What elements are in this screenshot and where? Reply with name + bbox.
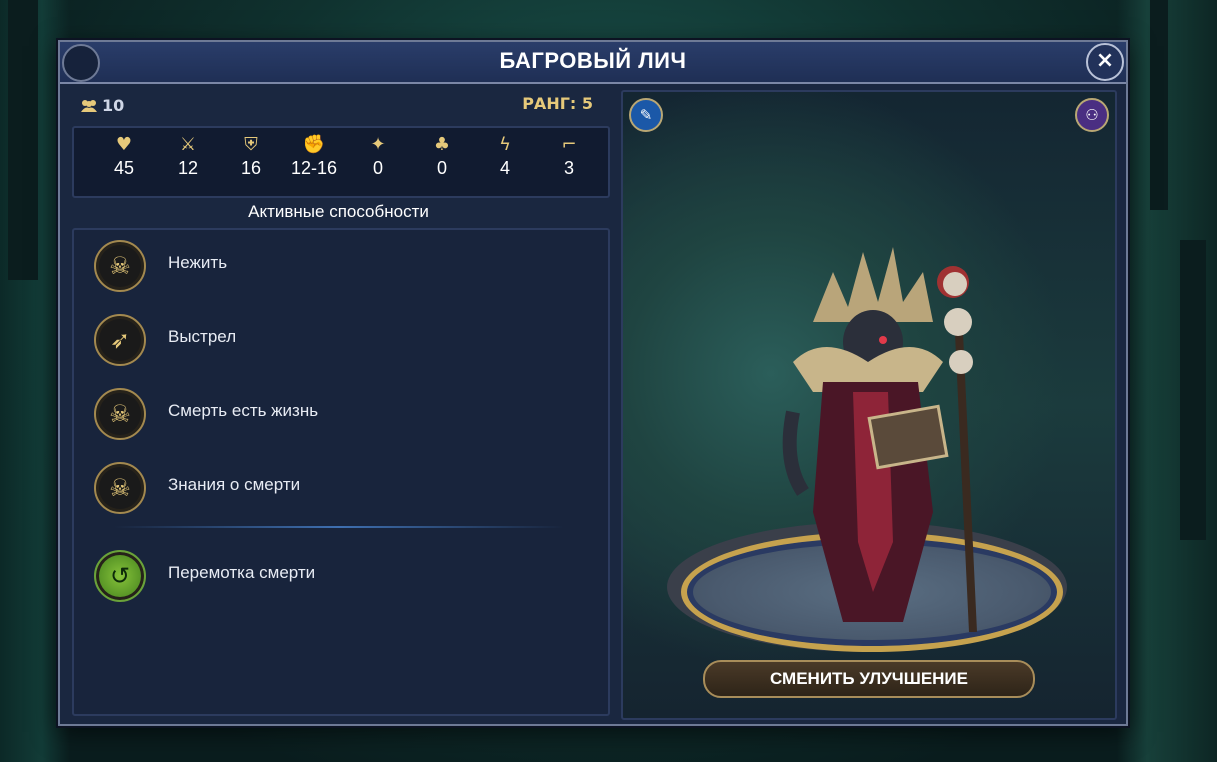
ability-shot[interactable]: ➶ Выстрел [94,314,574,370]
heart-plus-icon: ♥ [115,134,133,155]
stat-value: 0 [436,158,447,178]
rank-label: РАНГ: 5 [522,94,593,113]
crimson-lich-model [782,247,977,632]
stat-defense[interactable]: ⛨ 16 [221,134,281,179]
ability-death-knowledge[interactable]: ☠ Знания о смерти [94,462,574,518]
ability-label: Смерть есть жизнь [168,401,319,420]
stat-value: 16 [240,158,262,178]
abilities-list: ☠ Нежить ➶ Выстрел ☠ Смерть есть жизнь ☠… [72,228,610,716]
half-skull-icon: ☠ [94,388,146,440]
title-bar: БАГРОВЫЙ ЛИЧ × [60,42,1126,84]
lightning-icon: ϟ [499,134,511,155]
divider [114,526,564,528]
unit-preview: ✎ ⚇ СМЕНИТЬ УЛУЧШЕНИЕ [621,90,1117,720]
change-upgrade-button[interactable]: СМЕНИТЬ УЛУЧШЕНИЕ [703,660,1035,698]
swap-unit-icon: ⚇ [1085,106,1099,124]
close-icon: × [1095,48,1115,73]
lore-button[interactable]: ✎ [629,98,663,132]
stat-value: 3 [563,158,574,178]
stat-morale[interactable]: ✦ 0 [348,134,408,179]
stat-health[interactable]: ♥ 45 [94,134,154,179]
stat-attack[interactable]: ⚔ 12 [158,134,218,179]
rewind-icon: ↺ [94,550,146,602]
abilities-heading: Активные способности [248,202,429,221]
close-button[interactable]: × [1086,43,1124,81]
stat-luck[interactable]: ♣ 0 [412,134,472,179]
stat-value: 0 [372,158,383,178]
ability-label: Перемотка смерти [168,563,316,582]
stat-value: 4 [499,158,510,178]
shield-icon: ⛨ [244,134,258,155]
unit-info-window: БАГРОВЫЙ ЛИЧ × 10 РАНГ: 5 ♥ 45 ⚔ 12 ⛨ 16… [58,40,1128,726]
crossed-swords-icon: ⚔ [179,134,197,155]
ability-death-rewind[interactable]: ↺ Перемотка смерти [94,550,574,606]
fist-icon: ✊ [302,134,326,155]
skull-icon: ☠ [94,240,146,292]
stat-value: 12-16 [290,158,338,178]
window-title: БАГРОВЫЙ ЛИЧ [499,48,687,73]
stat-value: 45 [113,158,135,178]
group-icon [81,100,97,112]
stat-initiative[interactable]: ϟ 4 [475,134,535,179]
squad-size: 10 [80,96,124,115]
ability-undead[interactable]: ☠ Нежить [94,240,574,296]
stat-speed[interactable]: ⌐ 3 [539,134,599,179]
clover-icon: ♣ [433,134,451,155]
stat-value: 12 [177,158,199,178]
stats-bar: ♥ 45 ⚔ 12 ⛨ 16 ✊ 12-16 ✦ 0 ♣ 0 ϟ 4 ⌐ 3 [72,126,610,198]
stat-damage[interactable]: ✊ 12-16 [284,134,344,179]
info-panel: 10 РАНГ: 5 ♥ 45 ⚔ 12 ⛨ 16 ✊ 12-16 ✦ 0 ♣ … [68,90,610,716]
swap-unit-button[interactable]: ⚇ [1075,98,1109,132]
ability-label: Нежить [168,253,228,272]
feather-icon: ✎ [639,106,653,124]
winged-icon: ✦ [370,134,386,155]
boot-icon: ⌐ [561,134,577,155]
squad-count: 10 [102,96,125,115]
ability-label: Выстрел [168,327,237,346]
bow-icon: ➶ [94,314,146,366]
ability-death-is-life[interactable]: ☠ Смерть есть жизнь [94,388,574,444]
ability-label: Знания о смерти [168,475,301,494]
skull-book-icon: ☠ [94,462,146,514]
